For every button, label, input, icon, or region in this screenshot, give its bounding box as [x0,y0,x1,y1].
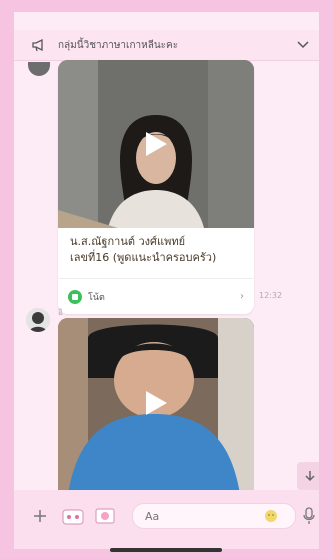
emoji-icon[interactable] [263,508,279,524]
megaphone-icon [26,32,52,58]
chevron-right-icon: › [240,291,244,302]
note-label: โน้ต [88,292,105,303]
announcement-title: กลุ่มนี้วิชาภาษาเกาหลีนะคะ [58,39,179,51]
caption-line-2: เลขที่16 (พูดแนะนำครอบครัว) [70,251,217,264]
plus-icon[interactable] [32,508,48,524]
message-input[interactable] [143,508,257,524]
avatar[interactable] [28,62,50,76]
photo-icon[interactable] [94,506,116,526]
message-input-box[interactable] [132,503,296,529]
play-icon[interactable] [139,127,173,161]
video-message[interactable] [58,318,254,494]
avatar[interactable] [26,308,50,332]
video-caption: น.ส.ณัฐกานต์ วงศ์แพทย์ เลขที่16 (พูดแนะน… [58,228,254,278]
chat-screen: กลุ่มนี้วิชาภาษาเกาหลีนะคะ น.ส.ณัฐกานต์ … [14,12,319,549]
note-link[interactable]: โน้ต › [58,279,254,314]
composer-bar [14,490,319,549]
caption-line-1: น.ส.ณัฐกานต์ วงศ์แพทย์ [70,235,186,248]
microphone-icon[interactable] [302,506,316,526]
sticker-icon[interactable] [62,506,84,526]
video-thumbnail[interactable] [58,60,254,228]
arrow-down-icon [305,471,315,482]
scroll-to-bottom-button[interactable] [297,462,319,490]
note-icon [68,289,82,304]
play-icon[interactable] [139,386,173,420]
timestamp: 12:32 [259,291,283,300]
home-indicator [110,548,222,552]
video-message[interactable]: น.ส.ณัฐกานต์ วงศ์แพทย์ เลขที่16 (พูดแนะน… [58,60,254,314]
announcement-bar[interactable]: กลุ่มนี้วิชาภาษาเกาหลีนะคะ [14,30,319,61]
sender-name: อิ [58,308,63,317]
chevron-down-icon[interactable] [293,35,313,55]
